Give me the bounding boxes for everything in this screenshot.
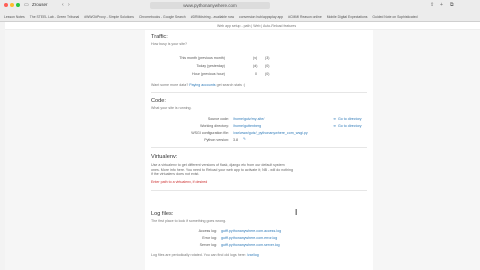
log-row-label: Error log: [202, 236, 217, 240]
log-files-footer: Log files are periodically rotated. You … [151, 253, 259, 257]
zoom-window-button[interactable] [16, 3, 20, 7]
log-files-subtitle: The first place to look if something goe… [151, 219, 227, 223]
log-row-label: Access log: [198, 229, 217, 233]
window-controls [4, 3, 20, 7]
bookmark-item[interactable]: #CMMI Reason online [288, 15, 322, 19]
bookmark-item[interactable]: Guided Note on Sophisticated [372, 15, 417, 19]
bookmarks-bar: Lesson Notes The STEEL Lab - Green Tribu… [0, 11, 480, 22]
arrow-right-icon[interactable]: ➔ [333, 117, 336, 121]
traffic-row-label: Hour (previous hour) [192, 72, 225, 76]
traffic-row-value: (v) [253, 56, 258, 60]
sidebar-toggle-icon[interactable]: ▭ [24, 2, 29, 8]
log-row-label: Server log: [199, 243, 217, 247]
traffic-row-label: This month (previous month) [179, 56, 225, 60]
bookmark-item[interactable]: Lesson Notes [4, 15, 25, 19]
forward-icon[interactable]: › [68, 2, 70, 8]
code-row-label: Source code: [207, 117, 229, 121]
text-cursor-icon: I [295, 208, 298, 217]
traffic-row-value: 0 [255, 72, 257, 76]
arrow-right-icon[interactable]: ➔ [333, 124, 336, 128]
bookmark-item[interactable]: conversion hub/appsplay app [239, 15, 283, 19]
section-divider [151, 92, 367, 93]
section-divider [151, 147, 367, 148]
wsgi-config-file-link[interactable]: /var/www/gutz/_pythonanywhere_com_wsgi.p… [233, 131, 308, 135]
right-margin [373, 30, 480, 270]
traffic-row-label: Today (yesterday) [196, 64, 225, 68]
page-banner: Web app setup - path | Web | Auto-Reload… [5, 22, 480, 30]
minimize-window-button[interactable] [10, 3, 14, 7]
traffic-heading: Traffic: [151, 34, 168, 40]
virtualenv-description: Use a virtualenv to get different versio… [151, 163, 367, 177]
access-log-link[interactable]: gutff.pythonanywhere.com.access.log [221, 229, 281, 233]
address-row: ▭ Zrouser ‹ › www.pythonanywhere.com ⇪ +… [0, 0, 480, 11]
paying-accounts-link[interactable]: Paying accounts [189, 83, 215, 87]
section-divider [151, 190, 367, 191]
source-code-path[interactable]: /home/gutz/my-site/ [233, 117, 264, 121]
code-row-label: Working directory: [200, 124, 229, 128]
close-window-button[interactable] [4, 3, 8, 7]
traffic-row-prev-value: (0) [265, 64, 270, 68]
left-margin [5, 30, 145, 270]
address-bar[interactable]: www.pythonanywhere.com [150, 2, 270, 9]
traffic-row-value: (d) [253, 64, 258, 68]
traffic-row-prev-value: (3) [265, 56, 270, 60]
new-tab-icon[interactable]: + [440, 2, 443, 8]
webapp-settings-card: Traffic: How busy is your site? This mon… [145, 30, 373, 270]
traffic-more-text: Want some more data? [151, 83, 189, 87]
bookmark-item[interactable]: The STEEL Lab - Green Tribunal [30, 15, 79, 19]
working-directory-path[interactable]: /home/guttenberg [233, 124, 261, 128]
edit-pencil-icon[interactable]: ✎ [243, 137, 246, 141]
traffic-subtitle: How busy is your site? [151, 42, 187, 46]
bookmark-item[interactable]: Chromebooks - Google Search [139, 15, 186, 19]
old-logs-link[interactable]: /var/log [247, 253, 259, 257]
share-icon[interactable]: ⇪ [430, 2, 434, 8]
page-content: Traffic: How busy is your site? This mon… [5, 30, 480, 270]
back-icon[interactable]: ‹ [62, 2, 64, 8]
traffic-row-prev-value: (0) [265, 72, 270, 76]
traffic-more-suffix: get search stats :) [216, 83, 246, 87]
traffic-more-note: Want some more data? Paying accounts get… [151, 83, 245, 87]
tabs-overview-icon[interactable]: ⧉ [450, 2, 454, 8]
code-subtitle: What your site is running. [151, 106, 192, 110]
bookmark-item[interactable]: #WWO#Proxy - Simple Solutions [84, 15, 134, 19]
code-row-label: Python version: [204, 138, 229, 142]
banner-text: Web app setup - path | Web | Auto-Reload… [217, 23, 297, 28]
error-log-link[interactable]: gutff.pythonanywhere.com.error.log [221, 236, 277, 240]
log-footer-text: Log files are periodically rotated. You … [151, 253, 246, 257]
browser-chrome: ▭ Zrouser ‹ › www.pythonanywhere.com ⇪ +… [0, 0, 480, 22]
go-to-source-directory-link[interactable]: Go to directory [338, 117, 362, 121]
code-heading: Code: [151, 98, 166, 104]
virtualenv-desc-line: if the virtualenv does not exist. [151, 172, 200, 177]
virtualenv-heading: Virtualenv: [151, 154, 178, 160]
go-to-working-directory-link[interactable]: Go to directory [338, 124, 362, 128]
bookmark-item[interactable]: #DRM#string - available now [191, 15, 234, 19]
server-log-link[interactable]: gutff.pythonanywhere.com.server.log [221, 243, 280, 247]
code-row-label: WSGI configuration file: [191, 131, 229, 135]
log-files-heading: Log files: [151, 211, 174, 217]
python-version-value[interactable]: 3.8 [233, 138, 238, 142]
bookmark-item[interactable]: Mobile Digital Expectations [327, 15, 368, 19]
virtualenv-path-input-link[interactable]: Enter path to a virtualenv, if desired [151, 180, 207, 184]
tab-title[interactable]: Zrouser [32, 2, 48, 7]
